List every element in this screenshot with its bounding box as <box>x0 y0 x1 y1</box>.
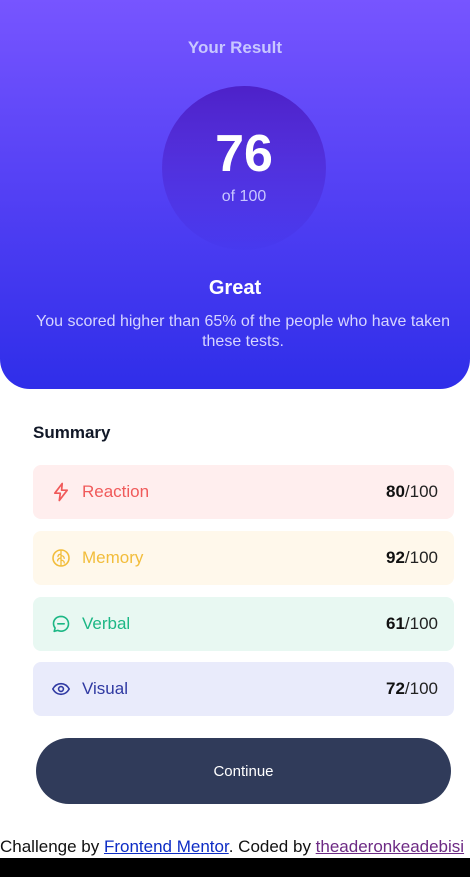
eye-icon <box>51 679 71 699</box>
continue-button[interactable]: Continue <box>36 738 451 804</box>
lightning-icon <box>51 482 71 502</box>
summary-item-memory: Memory 92/100 <box>33 531 454 585</box>
summary-score-value-memory: 92 <box>385 548 405 567</box>
summary-score-value-visual: 72 <box>385 679 405 698</box>
summary-item-verbal: Verbal 61/100 <box>33 597 454 651</box>
brain-icon <box>51 548 71 568</box>
result-title: Your Result <box>187 38 283 57</box>
summary-score-max-memory: /100 <box>404 548 438 567</box>
summary-score-verbal: 61/100 <box>386 614 438 634</box>
attribution: Challenge by Frontend Mentor. Coded by t… <box>0 836 470 858</box>
attribution-middle: . Coded by <box>228 837 316 856</box>
result-description: You scored higher than 65% of the people… <box>36 313 450 350</box>
summary-label-reaction: Reaction <box>82 482 150 501</box>
summary-score-reaction: 80/100 <box>386 482 438 502</box>
score-value: 76 <box>215 125 273 183</box>
summary-score-max-reaction: /100 <box>404 482 438 501</box>
bottom-bar <box>0 858 470 877</box>
summary-score-memory: 92/100 <box>386 548 438 568</box>
summary-item-visual: Visual 72/100 <box>33 662 454 716</box>
summary-title: Summary <box>33 423 111 442</box>
summary-label-visual: Visual <box>82 679 128 698</box>
author-link[interactable]: theaderonkeadebisi <box>316 837 464 856</box>
frontend-mentor-link[interactable]: Frontend Mentor <box>104 837 229 856</box>
summary-score-value-verbal: 61 <box>385 614 405 633</box>
summary-score-max-visual: /100 <box>404 679 438 698</box>
summary-label-memory: Memory <box>82 548 144 567</box>
rating-label: Great <box>208 277 262 299</box>
summary-score-visual: 72/100 <box>386 679 438 699</box>
chat-icon <box>51 614 71 634</box>
results-page: Your Result 76 of 100 Great You scored h… <box>0 0 470 877</box>
result-card: Your Result 76 of 100 Great You scored h… <box>0 0 470 389</box>
summary-item-reaction: Reaction 80/100 <box>33 465 454 519</box>
summary-score-max-verbal: /100 <box>404 614 438 633</box>
score-circle: 76 of 100 <box>162 86 326 250</box>
score-max-label: of 100 <box>221 188 267 205</box>
summary-score-value-reaction: 80 <box>385 482 405 501</box>
summary-label-verbal: Verbal <box>82 614 131 633</box>
attribution-prefix: Challenge by <box>0 837 104 856</box>
